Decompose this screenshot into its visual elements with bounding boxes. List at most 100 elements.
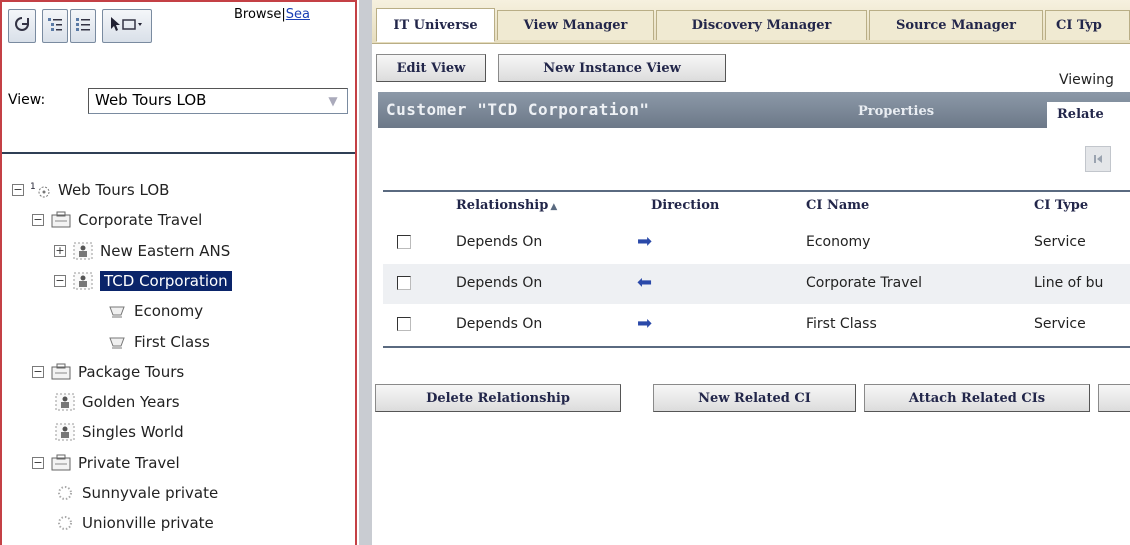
business-folder-icon	[50, 453, 72, 473]
tab-properties[interactable]: Properties	[858, 104, 934, 119]
first-page-icon[interactable]	[1085, 146, 1111, 172]
tree-item-label: New Eastern ANS	[100, 241, 231, 260]
column-header-relationship[interactable]: Relationship ▲	[456, 198, 557, 213]
tree-item[interactable]: Unionville private	[54, 511, 214, 535]
tab-view-manager[interactable]: View Manager	[497, 10, 654, 40]
attach-related-cis-button[interactable]: Attach Related CIs	[864, 384, 1090, 412]
column-header-ci-type[interactable]: CI Type	[1034, 198, 1088, 213]
service-icon	[106, 332, 128, 352]
table-row[interactable]: Depends On ➡ First Class Service	[383, 305, 1130, 345]
tree-item-label: Golden Years	[82, 393, 180, 412]
collapse-icon[interactable]: −	[12, 184, 24, 196]
ci-type-cell: Line of bu	[1034, 275, 1104, 291]
tab-ci-type-manager[interactable]: CI Typ	[1045, 10, 1130, 40]
new-related-ci-button[interactable]: New Related CI	[653, 384, 856, 412]
left-pane: Browse|Sea View: Web Tours LOB ▼ −1 Web T…	[0, 0, 357, 545]
relationship-cell: Depends On	[456, 316, 543, 332]
panel-title: Customer "TCD Corporation"	[386, 100, 650, 119]
tree-item[interactable]: Economy	[106, 299, 203, 323]
view-root-icon: 1	[30, 180, 52, 200]
view-label: View:	[8, 92, 46, 108]
arrow-left-icon: ⬅	[637, 272, 653, 293]
expand-icon[interactable]: +	[54, 244, 66, 257]
delete-relationship-button[interactable]: Delete Relationship	[375, 384, 621, 412]
ci-name-cell: Economy	[806, 234, 871, 250]
list-view-icon	[74, 15, 92, 37]
row-checkbox[interactable]	[397, 317, 411, 331]
list-view-button[interactable]	[70, 9, 96, 43]
browse-search-links: Browse|Sea	[234, 7, 310, 22]
view-select[interactable]: Web Tours LOB	[88, 88, 348, 114]
tree-item[interactable]: − Private Travel	[32, 451, 180, 475]
relationship-cell: Depends On	[456, 275, 543, 291]
search-link[interactable]: Sea	[286, 7, 310, 22]
tree-item-label: Package Tours	[78, 362, 185, 381]
tree-item[interactable]: Sunnyvale private	[54, 481, 218, 505]
tree-item-label: TCD Corporation	[100, 270, 232, 291]
tree-item-label: Corporate Travel	[78, 211, 203, 230]
right-pane: IT Universe View Manager Discovery Manag…	[359, 0, 1130, 545]
tree-view-button[interactable]	[42, 9, 68, 43]
table-row[interactable]: Depends On ➡ Economy Service	[383, 223, 1130, 263]
tab-related[interactable]: Relate	[1047, 102, 1130, 128]
tab-it-universe[interactable]: IT Universe	[376, 8, 495, 42]
location-icon	[54, 483, 76, 503]
ci-type-cell: Service	[1034, 234, 1086, 250]
business-folder-icon	[50, 362, 72, 382]
business-folder-icon	[50, 210, 72, 230]
pane-splitter[interactable]	[359, 0, 372, 545]
tab-source-manager[interactable]: Source Manager	[869, 10, 1043, 40]
arrow-right-icon: ➡	[637, 231, 653, 252]
tree-item[interactable]: − Corporate Travel	[32, 208, 202, 232]
tree-item[interactable]: −1 Web Tours LOB	[12, 178, 169, 202]
tree-item-label: Economy	[134, 302, 204, 321]
tree-item[interactable]: − TCD Corporation	[54, 269, 232, 293]
table-row[interactable]: Depends On ⬅ Corporate Travel Line of bu	[383, 264, 1130, 304]
svg-text:1: 1	[30, 182, 36, 192]
left-pane-divider	[2, 152, 355, 154]
tree-item[interactable]: − Package Tours	[32, 360, 184, 384]
refresh-button[interactable]	[8, 9, 36, 43]
pointer-menu-icon	[107, 15, 147, 37]
grid-top-border	[383, 190, 1130, 192]
sort-ascending-icon: ▲	[550, 202, 558, 212]
tree-item[interactable]: Golden Years	[54, 390, 180, 414]
grid-bottom-border	[383, 346, 1130, 348]
browse-label: Browse	[234, 7, 282, 22]
location-icon	[54, 513, 76, 533]
tree-item-label: First Class	[134, 332, 210, 351]
row-checkbox[interactable]	[397, 276, 411, 290]
column-header-ci-name[interactable]: CI Name	[806, 198, 869, 213]
collapse-icon[interactable]: −	[32, 214, 44, 227]
customer-icon	[72, 241, 94, 261]
row-checkbox[interactable]	[397, 235, 411, 249]
column-header-direction[interactable]: Direction	[651, 198, 719, 213]
tree-item-label: Singles World	[82, 423, 184, 442]
collapse-icon[interactable]: −	[32, 365, 44, 378]
collapse-icon[interactable]: −	[54, 274, 66, 287]
ci-name-cell: Corporate Travel	[806, 275, 923, 291]
tab-discovery-manager[interactable]: Discovery Manager	[656, 10, 867, 40]
tree-item-label: Private Travel	[78, 453, 180, 472]
customer-icon	[54, 392, 76, 412]
viewing-label: Viewing	[1059, 72, 1114, 88]
chevron-down-icon[interactable]: ▼	[318, 89, 348, 113]
tree-item-label: Unionville private	[82, 514, 214, 533]
column-header-label: Relationship	[456, 198, 549, 213]
more-actions-button[interactable]	[1098, 384, 1130, 412]
new-instance-view-button[interactable]: New Instance View	[498, 54, 726, 82]
pointer-menu-button[interactable]	[102, 9, 152, 43]
ci-type-cell: Service	[1034, 316, 1086, 332]
collapse-icon[interactable]: −	[32, 456, 44, 469]
tree-item-label: Web Tours LOB	[58, 181, 170, 199]
tree-item[interactable]: First Class	[106, 330, 210, 354]
relationship-cell: Depends On	[456, 234, 543, 250]
tree-item[interactable]: Singles World	[54, 420, 184, 444]
refresh-icon	[13, 15, 31, 37]
main-tab-bar: IT Universe View Manager Discovery Manag…	[372, 0, 1130, 44]
edit-view-button[interactable]: Edit View	[376, 54, 486, 82]
customer-icon	[54, 422, 76, 442]
panel-header: Customer "TCD Corporation" Properties Re…	[378, 92, 1130, 128]
arrow-right-icon: ➡	[637, 313, 653, 334]
tree-item[interactable]: + New Eastern ANS	[54, 239, 230, 263]
